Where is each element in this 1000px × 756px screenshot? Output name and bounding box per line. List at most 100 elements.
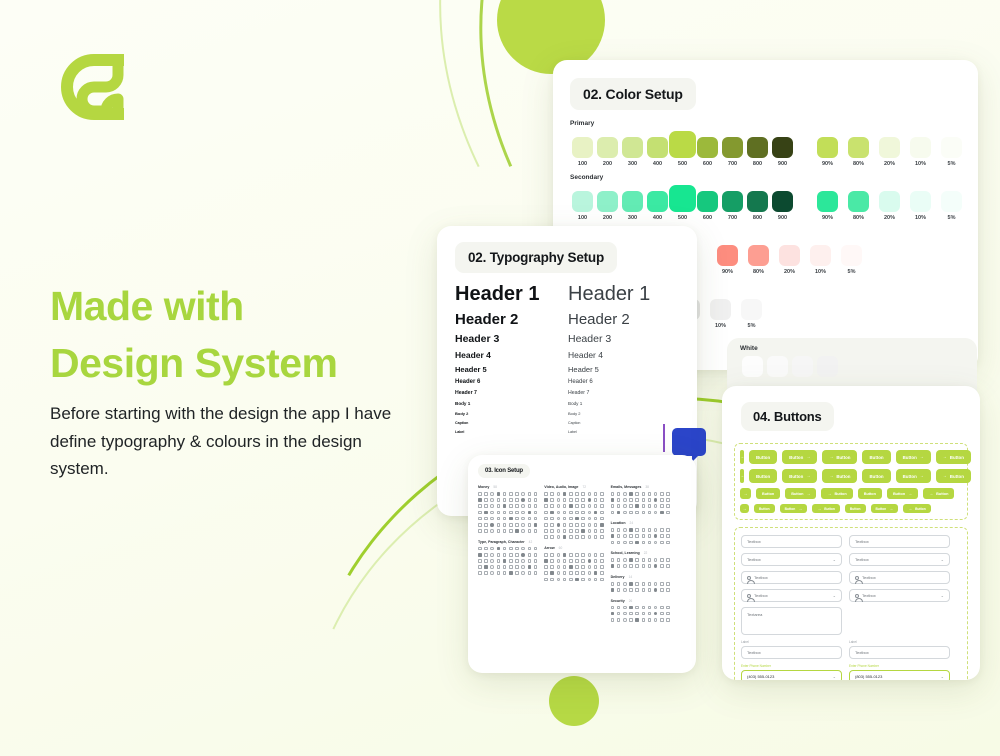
textbox-input-with-icon[interactable]: Textbox [741, 571, 842, 584]
icon-glyph[interactable] [653, 618, 658, 622]
icon-glyph[interactable] [666, 588, 670, 592]
icon-glyph[interactable] [587, 529, 592, 533]
swatch-cell[interactable]: 500 [669, 185, 696, 221]
icon-glyph[interactable] [616, 588, 621, 592]
icon-glyph[interactable] [533, 546, 538, 551]
textarea-input[interactable]: Textarea [741, 607, 842, 635]
icon-glyph[interactable] [569, 492, 573, 496]
icon-glyph[interactable] [496, 504, 501, 508]
swatch-cell[interactable]: 400 [645, 137, 670, 167]
icon-glyph[interactable] [635, 492, 639, 496]
icon-glyph[interactable] [569, 522, 573, 527]
icon-glyph[interactable] [556, 504, 561, 508]
icon-glyph[interactable] [496, 529, 501, 533]
color-swatch[interactable] [772, 191, 793, 212]
color-swatch[interactable] [748, 245, 769, 266]
icon-glyph[interactable] [599, 577, 604, 582]
icon-glyph[interactable] [587, 504, 592, 508]
icon-glyph[interactable] [635, 528, 639, 532]
primary-button[interactable]: → [740, 488, 751, 499]
color-swatch[interactable] [910, 191, 931, 212]
icon-glyph[interactable] [575, 498, 579, 502]
icon-glyph[interactable] [569, 565, 573, 569]
icon-glyph[interactable] [478, 492, 482, 496]
icon-glyph[interactable] [521, 571, 525, 576]
icon-glyph[interactable] [508, 522, 513, 527]
icon-glyph[interactable] [544, 498, 548, 502]
icon-glyph[interactable] [502, 552, 507, 557]
opacity-swatch-cell[interactable]: 5% [936, 191, 967, 221]
icon-glyph[interactable] [641, 492, 646, 496]
icon-glyph[interactable] [593, 529, 598, 533]
icon-glyph[interactable] [484, 552, 488, 557]
icon-glyph[interactable] [635, 504, 639, 508]
icon-glyph[interactable] [556, 571, 561, 576]
color-swatch[interactable] [669, 131, 696, 158]
icon-glyph[interactable] [575, 565, 579, 569]
color-swatch[interactable] [742, 356, 763, 377]
icon-glyph[interactable] [515, 498, 519, 502]
icon-glyph[interactable] [647, 528, 652, 532]
icon-glyph[interactable] [575, 492, 579, 496]
icon-glyph[interactable] [527, 492, 532, 496]
icon-glyph[interactable] [484, 492, 488, 496]
icon-glyph[interactable] [647, 618, 652, 622]
icon-glyph[interactable] [490, 492, 494, 496]
icon-glyph[interactable] [641, 498, 646, 502]
icon-glyph[interactable] [587, 510, 592, 515]
white-swatch-cell[interactable] [815, 356, 840, 377]
icon-glyph[interactable] [647, 510, 652, 515]
primary-button[interactable]: Button → [895, 469, 931, 483]
icon-glyph[interactable] [581, 552, 585, 557]
icon-glyph[interactable] [622, 564, 627, 568]
icon-glyph[interactable] [616, 534, 621, 538]
icon-glyph[interactable] [616, 498, 621, 502]
icon-glyph[interactable] [575, 552, 579, 557]
icon-glyph[interactable] [478, 552, 482, 557]
color-swatch[interactable] [879, 191, 900, 212]
icon-glyph[interactable] [599, 565, 604, 569]
color-swatch[interactable] [669, 185, 696, 212]
icon-glyph[interactable] [478, 504, 482, 508]
icon-glyph[interactable] [629, 534, 633, 538]
color-swatch[interactable] [622, 191, 643, 212]
opacity-swatch-cell[interactable]: 20% [874, 191, 905, 221]
icon-glyph[interactable] [484, 510, 488, 515]
icon-glyph[interactable] [550, 529, 555, 533]
icon-glyph[interactable] [629, 611, 633, 616]
icon-glyph[interactable] [593, 498, 598, 502]
icon-glyph[interactable] [496, 522, 501, 527]
icon-glyph[interactable] [610, 564, 615, 568]
icon-glyph[interactable] [610, 498, 615, 502]
icon-glyph[interactable] [629, 498, 633, 502]
swatch-cell[interactable]: 700 [720, 137, 745, 167]
icon-glyph[interactable] [533, 559, 538, 563]
icon-glyph[interactable] [562, 552, 567, 557]
icon-glyph[interactable] [550, 492, 555, 496]
icon-glyph[interactable] [515, 510, 519, 515]
icon-glyph[interactable] [581, 522, 585, 527]
icon-glyph[interactable] [647, 558, 652, 562]
icon-glyph[interactable] [622, 528, 627, 532]
icon-glyph[interactable] [622, 510, 627, 515]
icon-glyph[interactable] [629, 605, 633, 610]
icon-glyph[interactable] [478, 559, 482, 563]
icon-glyph[interactable] [660, 510, 664, 515]
opacity-swatch-cell[interactable]: 80% [743, 245, 774, 275]
icon-glyph[interactable] [478, 571, 482, 576]
icon-glyph[interactable] [647, 581, 652, 586]
icon-glyph[interactable] [502, 529, 507, 533]
icon-glyph[interactable] [660, 540, 664, 545]
icon-glyph[interactable] [575, 577, 579, 582]
icon-glyph[interactable] [496, 510, 501, 515]
icon-glyph[interactable] [550, 571, 555, 576]
icon-glyph[interactable] [660, 558, 664, 562]
icon-glyph[interactable] [569, 559, 573, 563]
primary-button[interactable]: Button → [886, 488, 919, 499]
icon-glyph[interactable] [666, 534, 670, 538]
icon-glyph[interactable] [569, 516, 573, 521]
icon-glyph[interactable] [496, 552, 501, 557]
swatch-cell[interactable]: 100 [570, 191, 595, 221]
color-swatch[interactable] [841, 245, 862, 266]
icon-glyph[interactable] [599, 571, 604, 576]
